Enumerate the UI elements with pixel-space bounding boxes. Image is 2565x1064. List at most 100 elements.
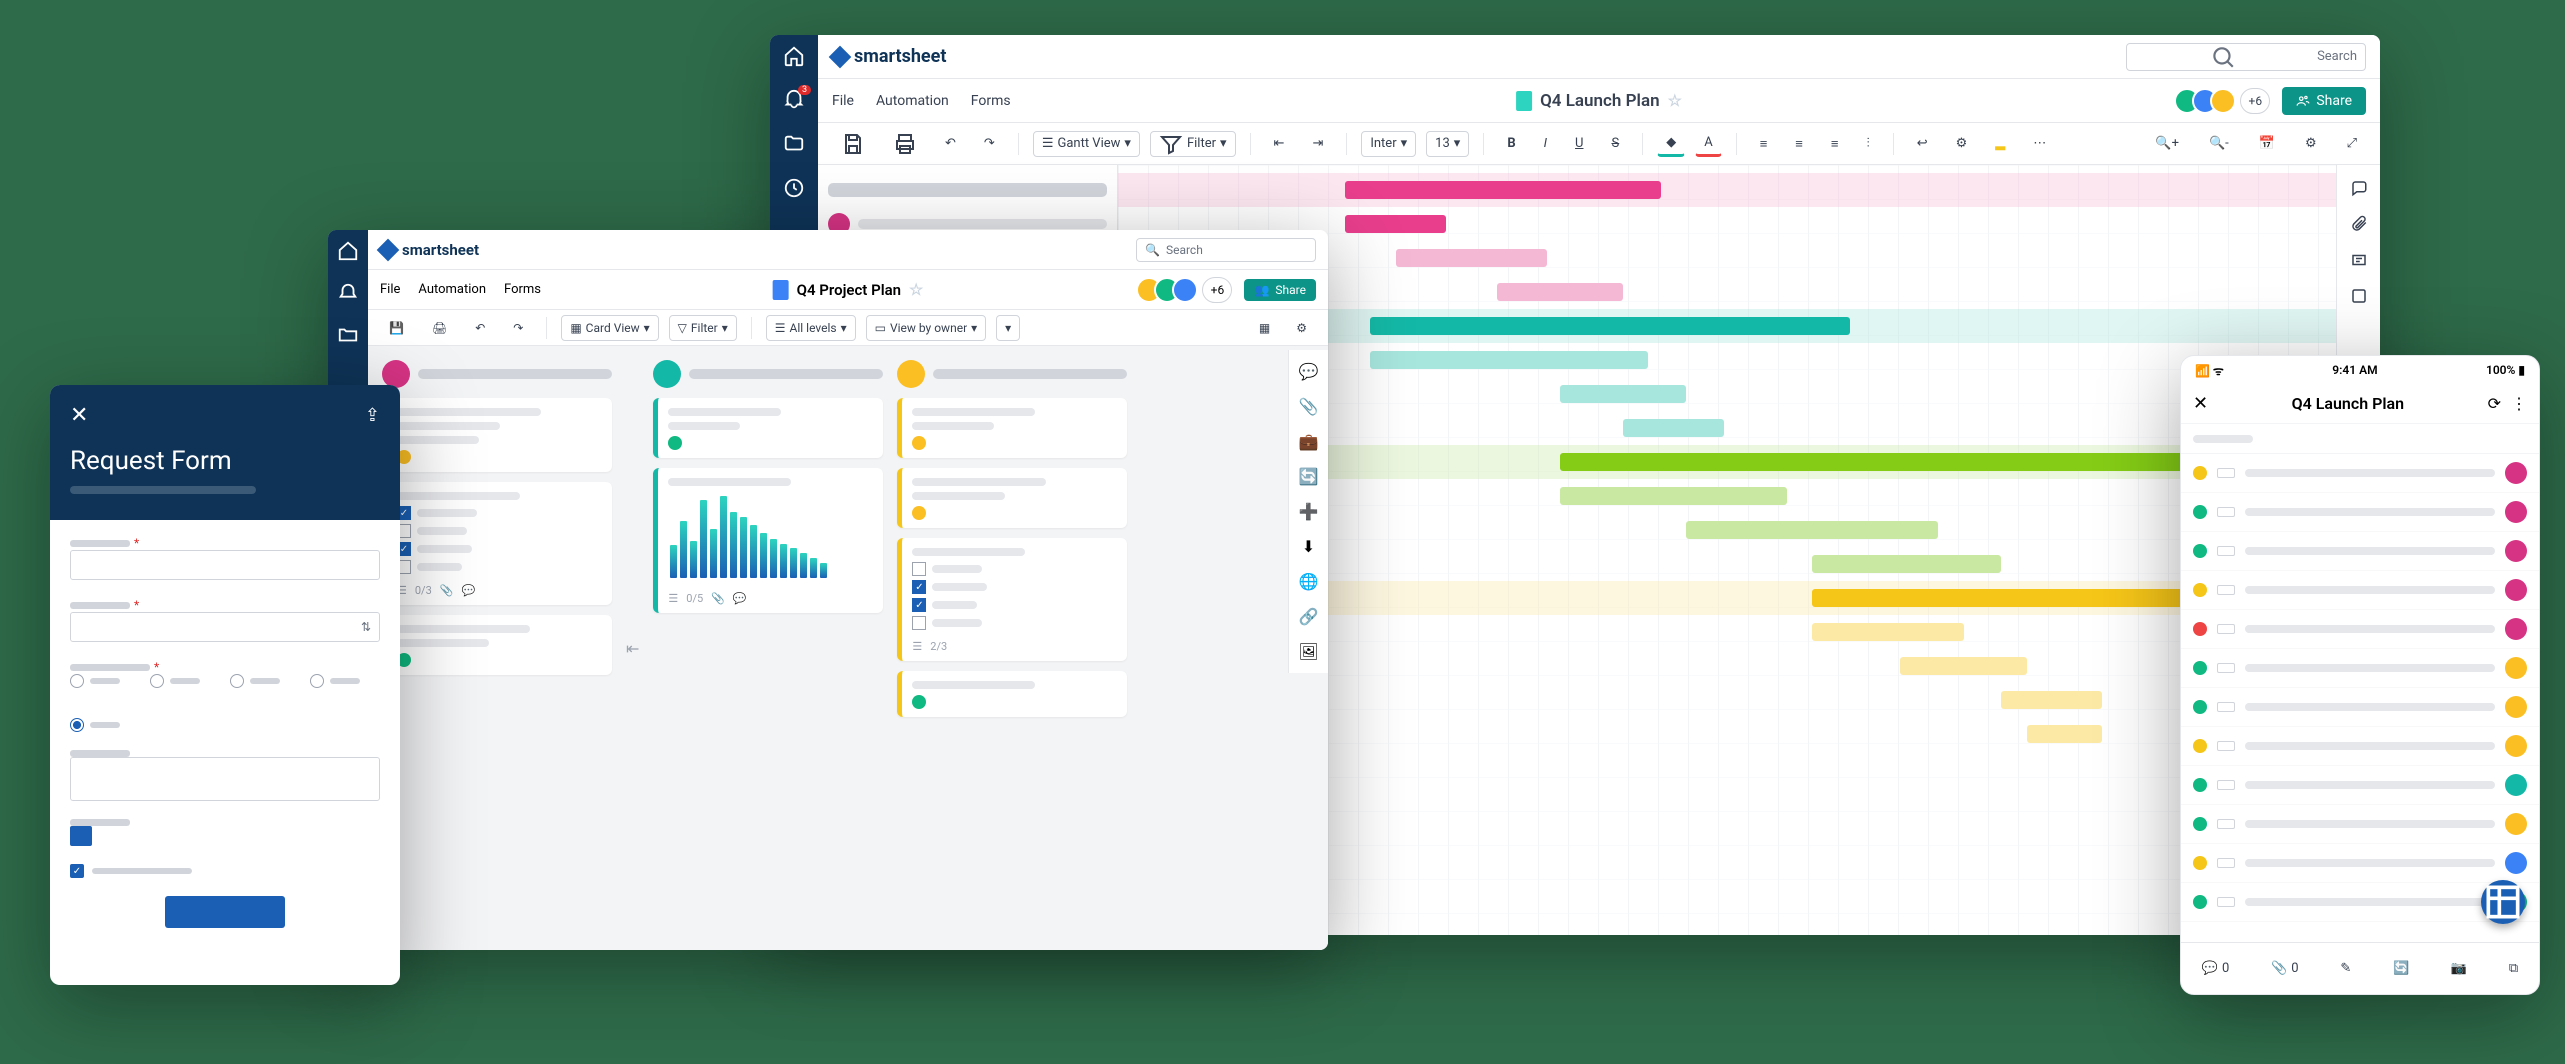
indent-icon[interactable]: ⇥ xyxy=(1303,131,1332,157)
lane-header[interactable] xyxy=(653,360,883,388)
view-switcher[interactable]: ☰ Gantt View ▾ xyxy=(1033,131,1140,157)
collaborator-avatars[interactable]: +6 xyxy=(2182,88,2270,114)
briefcase-icon[interactable]: 💼 xyxy=(1299,432,1319,451)
brand-logo[interactable]: smartsheet xyxy=(380,241,479,259)
radio-option[interactable] xyxy=(310,674,360,688)
share-button[interactable]: 👥 Share xyxy=(1244,279,1316,301)
notifications-icon[interactable]: 3 xyxy=(783,89,805,111)
gantt-bar[interactable] xyxy=(1560,453,2254,471)
gantt-bar[interactable] xyxy=(1497,283,1623,301)
list-item[interactable] xyxy=(2181,493,2539,532)
text-input[interactable] xyxy=(70,550,380,580)
menu-automation[interactable]: Automation xyxy=(876,93,949,109)
text-color-icon[interactable]: A xyxy=(1695,131,1721,157)
save-icon[interactable] xyxy=(832,131,874,157)
drag-handle-icon[interactable] xyxy=(2217,663,2235,673)
card[interactable]: ✓ ✓ ☰2/3 xyxy=(897,538,1127,661)
filter-button[interactable]: Filter ▾ xyxy=(1150,131,1236,157)
lane-header[interactable] xyxy=(382,360,612,388)
list-item[interactable] xyxy=(2181,805,2539,844)
home-icon[interactable] xyxy=(337,240,359,262)
wrap-icon[interactable]: ↩ xyxy=(1908,131,1937,157)
gantt-bar[interactable] xyxy=(1396,249,1547,267)
settings-icon[interactable]: ⚙ xyxy=(2296,131,2326,157)
drag-handle-icon[interactable] xyxy=(2217,468,2235,478)
attachments-icon[interactable] xyxy=(2350,215,2368,233)
radio-option[interactable] xyxy=(70,718,120,732)
fields-button[interactable]: ▾ xyxy=(996,315,1020,341)
brand-logo[interactable]: smartsheet xyxy=(832,46,946,67)
gantt-bar[interactable] xyxy=(1560,385,1686,403)
view-by-selector[interactable]: ▭ View by owner ▾ xyxy=(866,315,987,341)
favorite-star-icon[interactable]: ☆ xyxy=(1668,91,1682,110)
redo-icon[interactable]: ↷ xyxy=(504,315,532,341)
proofs-icon[interactable] xyxy=(2350,251,2368,269)
drag-handle-icon[interactable] xyxy=(2217,546,2235,556)
select-input[interactable]: ⇅ xyxy=(70,612,380,642)
drag-handle-icon[interactable] xyxy=(2217,897,2235,907)
save-icon[interactable]: 💾 xyxy=(380,315,413,341)
menu-file[interactable]: File xyxy=(832,93,854,109)
align-center-icon[interactable]: ≡ xyxy=(1786,131,1812,157)
close-icon[interactable]: ✕ xyxy=(2193,393,2208,414)
list-item[interactable] xyxy=(2181,571,2539,610)
collaborator-avatars[interactable]: +6 xyxy=(1144,277,1232,303)
gantt-bar[interactable] xyxy=(1686,521,1938,539)
bold-icon[interactable]: B xyxy=(1498,131,1524,157)
gantt-bar[interactable] xyxy=(1370,317,1850,335)
comments-button[interactable]: 💬 0 xyxy=(2202,961,2230,976)
recents-icon[interactable] xyxy=(783,177,805,199)
font-family[interactable]: Inter ▾ xyxy=(1361,131,1416,157)
submit-button[interactable] xyxy=(165,896,285,928)
avatar-overflow[interactable]: +6 xyxy=(1202,277,1232,303)
radio-option[interactable] xyxy=(150,674,200,688)
kanban-board[interactable]: ✓ ✓ ☰0/3📎💬 ⇤ xyxy=(368,346,1328,950)
zoom-out-icon[interactable]: 🔍- xyxy=(2200,131,2238,157)
list-item[interactable] xyxy=(2181,649,2539,688)
fill-color-icon[interactable]: ◆ xyxy=(1657,131,1685,157)
edit-icon[interactable]: ✎ xyxy=(2340,961,2351,976)
download-icon[interactable]: ⬇ xyxy=(1302,537,1315,556)
camera-icon[interactable]: 📷 xyxy=(2451,961,2467,976)
list-item[interactable] xyxy=(2181,688,2539,727)
zoom-in-icon[interactable]: 🔍+ xyxy=(2146,131,2188,157)
textarea-input[interactable] xyxy=(70,757,380,801)
view-switcher[interactable]: ▦ Card View ▾ xyxy=(561,315,658,341)
filter-bar[interactable] xyxy=(2181,424,2539,454)
card[interactable] xyxy=(897,398,1127,458)
align-right-icon[interactable]: ≡ xyxy=(1822,131,1848,157)
align-left-icon[interactable]: ≡ xyxy=(1751,131,1777,157)
checkbox-icon[interactable] xyxy=(912,562,926,576)
settings-icon[interactable]: ▦ xyxy=(1250,315,1279,341)
refresh-icon[interactable]: ⟳ xyxy=(2488,394,2501,413)
comments-icon[interactable] xyxy=(2350,179,2368,197)
comments-icon[interactable]: 💬 xyxy=(1299,362,1319,381)
gantt-bar[interactable] xyxy=(1900,657,2026,675)
attachments-icon[interactable]: 📎 xyxy=(1299,397,1319,416)
checkbox-icon[interactable]: ✓ xyxy=(912,598,926,612)
gantt-bar[interactable] xyxy=(1370,351,1648,369)
drag-handle-icon[interactable] xyxy=(2217,585,2235,595)
close-icon[interactable]: ✕ xyxy=(70,403,88,428)
scan-icon[interactable]: ⧉ xyxy=(2509,961,2518,976)
card[interactable]: ✓ ✓ ☰0/3📎💬 xyxy=(382,482,612,605)
brandfolder-icon[interactable] xyxy=(2350,287,2368,305)
list-item[interactable] xyxy=(2181,727,2539,766)
strike-icon[interactable]: S xyxy=(1602,131,1628,157)
gantt-bar[interactable] xyxy=(2001,691,2102,709)
gear-icon[interactable]: ⚙ xyxy=(1287,315,1316,341)
fab-sheet-icon[interactable] xyxy=(2481,880,2525,924)
card[interactable] xyxy=(897,671,1127,717)
redo-icon[interactable]: ↷ xyxy=(975,131,1004,157)
more-icon[interactable]: ⋮ xyxy=(2511,394,2527,413)
link-icon[interactable]: 🔗 xyxy=(1299,607,1319,626)
drag-handle-icon[interactable] xyxy=(2217,702,2235,712)
expand-icon[interactable]: ⤢ xyxy=(2338,131,2366,157)
radio-option[interactable] xyxy=(70,674,120,688)
undo-icon[interactable]: ↶ xyxy=(466,315,494,341)
gantt-bar[interactable] xyxy=(1560,487,1787,505)
more-icon[interactable]: ⋯ xyxy=(2024,131,2055,157)
print-icon[interactable]: 🖨 xyxy=(423,315,456,341)
menu-automation[interactable]: Automation xyxy=(418,282,486,297)
home-icon[interactable] xyxy=(783,45,805,67)
